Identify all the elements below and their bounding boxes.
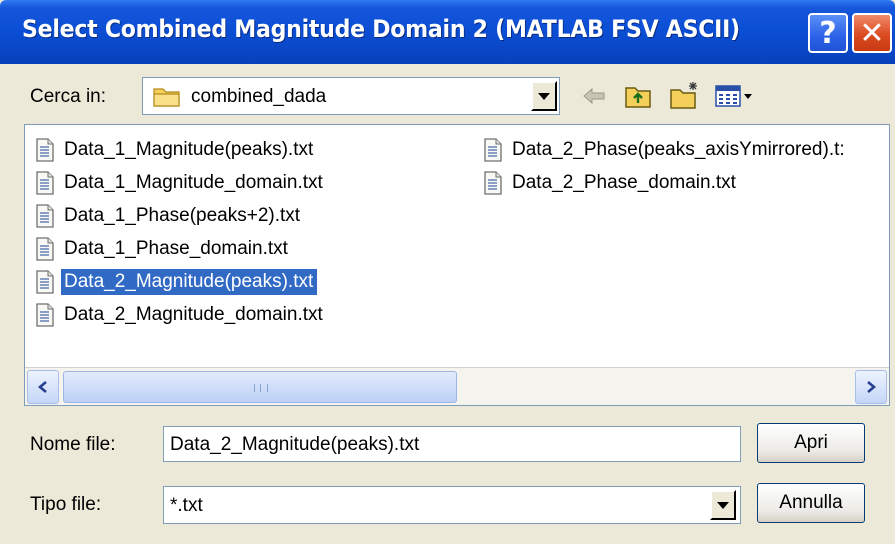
file-list-item[interactable]: Data_1_Magnitude_domain.txt (35, 168, 327, 198)
file-list-item[interactable]: Data_2_Magnitude(peaks).txt (35, 267, 318, 297)
text-file-icon (484, 171, 502, 195)
scroll-thumb[interactable] (63, 371, 457, 403)
file-name-text: Data_1_Phase(peaks+2).txt (64, 205, 301, 226)
new-folder-button[interactable] (668, 78, 702, 112)
cancel-button[interactable]: Annulla (757, 483, 865, 523)
text-file-icon (36, 171, 54, 195)
look-in-folder-name: combined_dada (191, 86, 327, 107)
file-name-text: Data_2_Magnitude(peaks).txt (61, 269, 318, 295)
text-file-icon (36, 237, 54, 261)
chevron-right-icon (867, 381, 877, 393)
file-list-item[interactable]: Data_1_Phase(peaks+2).txt (35, 201, 304, 231)
window-title: Select Combined Magnitude Domain 2 (MATL… (22, 15, 740, 43)
file-type-label: Tipo file: (30, 494, 102, 515)
text-file-icon (36, 204, 54, 228)
up-folder-icon (625, 87, 651, 108)
back-arrow-icon (583, 87, 605, 105)
close-icon: ✕ (859, 15, 885, 51)
file-type-value: *.txt (170, 495, 203, 516)
file-list[interactable]: Data_1_Magnitude(peaks).txt Data_1_Magnit… (24, 124, 890, 406)
back-button[interactable] (580, 82, 608, 110)
horizontal-scrollbar[interactable] (25, 367, 889, 405)
file-type-select[interactable]: *.txt (163, 486, 741, 524)
chevron-down-icon (538, 92, 550, 100)
file-list-item[interactable]: Data_2_Phase(peaks_axisYmirrored).t: (483, 135, 849, 165)
file-name-text: Data_2_Phase(peaks_axisYmirrored).t: (512, 139, 845, 160)
up-folder-button[interactable] (622, 80, 654, 112)
file-name-label: Nome file: (30, 434, 116, 455)
text-file-icon (484, 138, 502, 162)
close-button[interactable]: ✕ (852, 13, 892, 53)
chevron-left-icon (37, 381, 47, 393)
folder-icon (153, 88, 180, 107)
file-list-item[interactable]: Data_1_Magnitude(peaks).txt (35, 135, 317, 165)
file-name-input[interactable]: Data_2_Magnitude(peaks).txt (163, 426, 741, 462)
file-name-value: Data_2_Magnitude(peaks).txt (170, 434, 420, 455)
look-in-dropdown-button[interactable] (531, 81, 557, 111)
title-bar[interactable]: Select Combined Magnitude Domain 2 (MATL… (0, 0, 895, 64)
file-name-text: Data_2_Magnitude_domain.txt (64, 304, 323, 325)
view-menu-icon (715, 85, 752, 107)
file-name-text: Data_1_Phase_domain.txt (64, 238, 288, 259)
open-file-dialog: Select Combined Magnitude Domain 2 (MATL… (0, 0, 895, 544)
scroll-left-button[interactable] (27, 370, 59, 404)
scroll-right-button[interactable] (855, 370, 887, 404)
new-folder-icon (670, 82, 697, 109)
file-name-text: Data_1_Magnitude_domain.txt (64, 172, 323, 193)
file-name-text: Data_1_Magnitude(peaks).txt (64, 139, 314, 160)
file-list-item[interactable]: Data_2_Magnitude_domain.txt (35, 300, 327, 330)
help-button[interactable]: ? (808, 13, 848, 53)
view-menu-button[interactable] (712, 80, 760, 112)
file-list-item[interactable]: Data_1_Phase_domain.txt (35, 234, 292, 264)
file-list-item[interactable]: Data_2_Phase_domain.txt (483, 168, 740, 198)
help-icon: ? (819, 15, 837, 51)
text-file-icon (36, 138, 54, 162)
file-type-dropdown-button[interactable] (710, 490, 736, 520)
scroll-grip-icon (254, 384, 268, 392)
text-file-icon (36, 303, 54, 327)
text-file-icon (36, 270, 54, 294)
look-in-label: Cerca in: (30, 86, 107, 107)
chevron-down-icon (717, 501, 729, 509)
file-name-text: Data_2_Phase_domain.txt (512, 172, 736, 193)
open-button[interactable]: Apri (757, 423, 865, 463)
look-in-combobox[interactable]: combined_dada (142, 77, 560, 115)
